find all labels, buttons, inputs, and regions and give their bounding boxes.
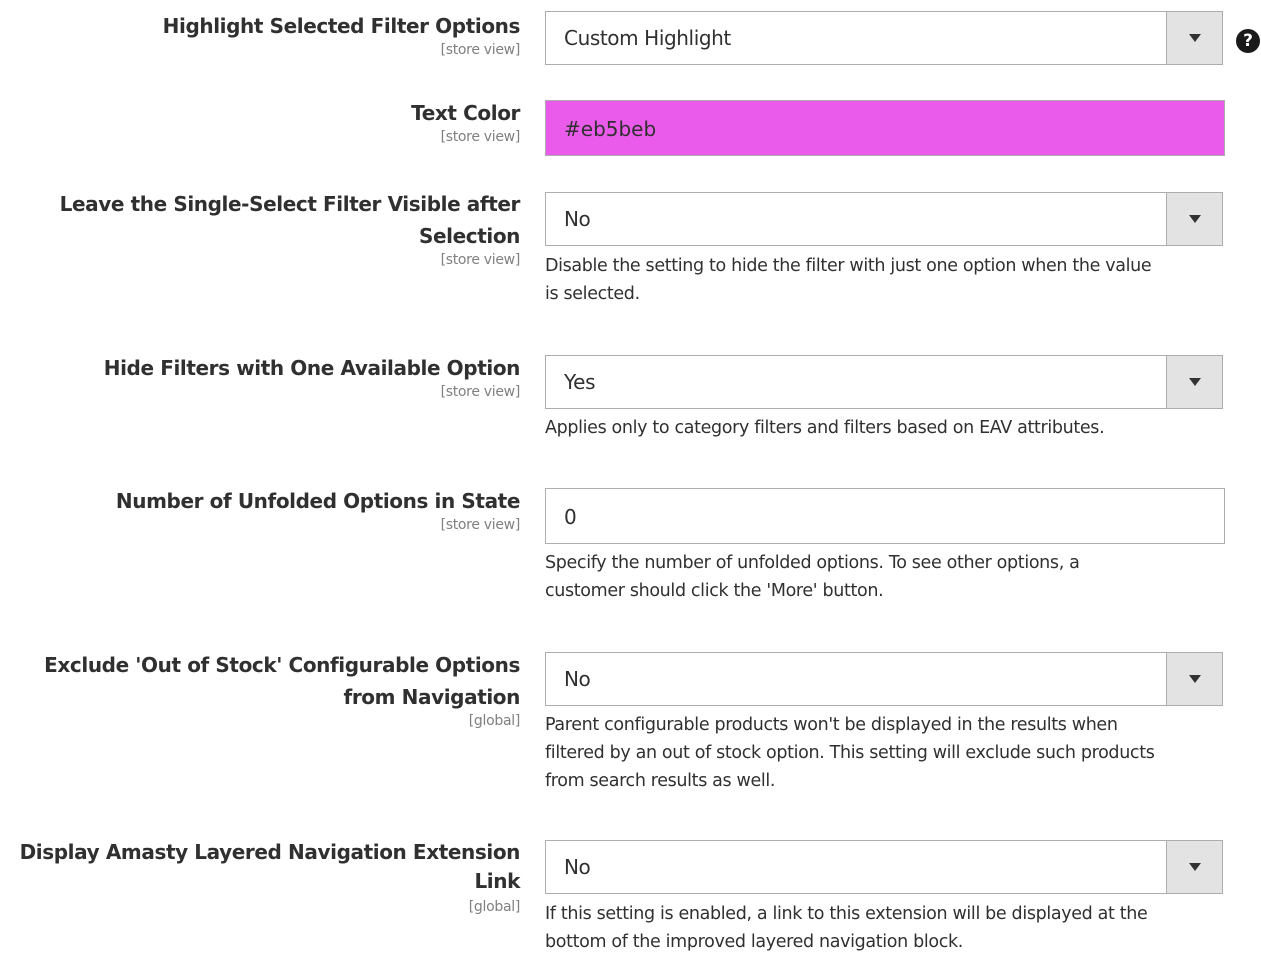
field-note: Disable the setting to hide the filter w… (545, 252, 1225, 308)
field-label-block: Text Color [store view] (0, 97, 520, 145)
field-note: Applies only to category filters and fil… (545, 418, 1105, 438)
single-select-visible-select[interactable]: No (545, 192, 1223, 246)
field-label-line-1: Exclude 'Out of Stock' Configurable Opti… (44, 653, 520, 677)
field-label-block: Highlight Selected Filter Options [store… (0, 10, 521, 58)
field-label-block: Exclude 'Out of Stock' Configurable Opti… (0, 649, 520, 729)
scope-label: [global] (468, 899, 521, 915)
field-label: Text Color (411, 101, 520, 125)
select-value: No (564, 667, 591, 691)
dropdown-toggle[interactable] (1166, 841, 1222, 893)
field-control: No Disable the setting to hide the filte… (545, 192, 1225, 308)
field-label: Highlight Selected Filter Options (162, 14, 521, 38)
select-value: No (564, 207, 591, 231)
field-label-block: Number of Unfolded Options in State [sto… (0, 485, 520, 533)
dropdown-toggle[interactable] (1166, 356, 1222, 408)
note-line-1: Parent configurable products won't be di… (545, 715, 1118, 735)
chevron-down-icon (1189, 675, 1201, 683)
dropdown-toggle[interactable] (1166, 12, 1222, 64)
note-line-2: customer should click the 'More' button. (545, 581, 884, 601)
field-label: Hide Filters with One Available Option (103, 356, 521, 380)
scope-label: [global] (468, 713, 521, 729)
hide-one-option-select[interactable]: Yes (545, 355, 1223, 409)
scope-label: [store view] (440, 129, 521, 145)
field-label-line-2: Selection (418, 224, 520, 248)
text-color-input[interactable]: #eb5beb (545, 100, 1225, 156)
chevron-down-icon (1189, 34, 1201, 42)
note-line-2: is selected. (545, 284, 640, 304)
scope-label: [store view] (440, 384, 521, 400)
dropdown-toggle[interactable] (1166, 193, 1222, 245)
extension-link-select[interactable]: No (545, 840, 1223, 894)
chevron-down-icon (1189, 378, 1201, 386)
exclude-out-of-stock-select[interactable]: No (545, 652, 1223, 706)
field-label-block: Display Amasty Layered Navigation Extens… (0, 838, 521, 915)
note-line-2: bottom of the improved layered navigatio… (545, 932, 964, 952)
scope-label: [store view] (440, 517, 521, 533)
scope-label: [store view] (440, 42, 521, 58)
chevron-down-icon (1189, 215, 1201, 223)
unfolded-options-input[interactable]: 0 (545, 488, 1225, 544)
note-line-1: If this setting is enabled, a link to th… (545, 904, 1148, 924)
input-value: 0 (564, 505, 577, 529)
field-label-line-2: Link (474, 869, 520, 893)
note-line-1: Disable the setting to hide the filter w… (545, 256, 1152, 276)
dropdown-toggle[interactable] (1166, 653, 1222, 705)
note-line-2: filtered by an out of stock option. This… (545, 743, 1155, 763)
field-label-block: Leave the Single-Select Filter Visible a… (0, 188, 521, 268)
field-note: Specify the number of unfolded options. … (545, 549, 1225, 605)
field-label-block: Hide Filters with One Available Option [… (0, 352, 521, 400)
field-label-line-2: from Navigation (343, 685, 521, 709)
field-control: #eb5beb (545, 100, 1225, 156)
field-note: If this setting is enabled, a link to th… (545, 900, 1225, 953)
note-line-3: from search results as well. (545, 771, 776, 791)
help-icon[interactable]: ? (1236, 29, 1260, 53)
field-control: No If this setting is enabled, a link to… (545, 840, 1225, 953)
field-label: Number of Unfolded Options in State (115, 489, 520, 513)
select-value: Custom Highlight (564, 26, 731, 50)
note-line-1: Specify the number of unfolded options. … (545, 553, 1080, 573)
scope-label: [store view] (440, 252, 521, 268)
chevron-down-icon (1189, 863, 1201, 871)
field-control: Custom Highlight (545, 11, 1225, 65)
select-value: Yes (564, 370, 596, 394)
field-control: 0 Specify the number of unfolded options… (545, 488, 1225, 605)
config-page: Highlight Selected Filter Options [store… (0, 0, 1261, 953)
input-value: #eb5beb (564, 117, 657, 141)
field-label-line-1: Display Amasty Layered Navigation Extens… (19, 840, 521, 864)
field-control: No Parent configurable products won't be… (545, 652, 1225, 795)
field-control: Yes Applies only to category filters and… (545, 355, 1225, 442)
field-label-line-1: Leave the Single-Select Filter Visible a… (59, 192, 521, 216)
highlight-select[interactable]: Custom Highlight (545, 11, 1223, 65)
select-value: No (564, 855, 591, 879)
field-note: Parent configurable products won't be di… (545, 711, 1225, 795)
